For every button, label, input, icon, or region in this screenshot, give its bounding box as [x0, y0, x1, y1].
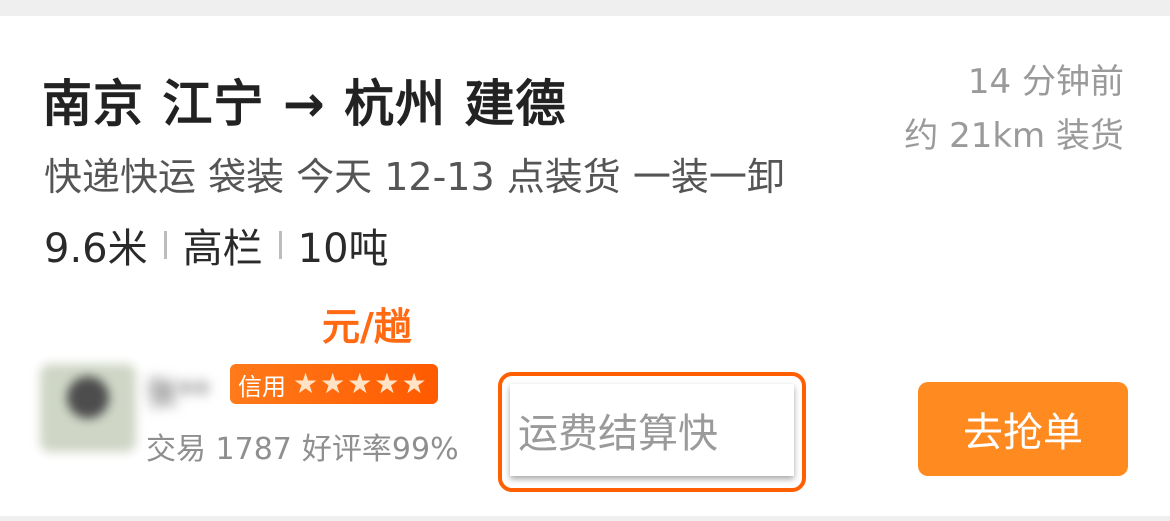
loading-distance: 约 21km 装货 — [904, 116, 1124, 156]
star-icon: ★ — [347, 367, 373, 400]
star-icon: ★ — [401, 367, 427, 400]
order-card[interactable]: 南京 江宁 → 杭州 建德 14 分钟前 约 21km 装货 快递快运 袋装 今… — [0, 16, 1170, 516]
trade-stats: 交易 1787 好评率99% — [146, 424, 469, 468]
star-icon: ★ — [374, 367, 400, 400]
trade-count: 交易 1787 — [146, 432, 292, 467]
divider — [278, 231, 282, 259]
good-rating: 好评率99% — [301, 432, 459, 467]
grab-order-button[interactable]: 去抢单 — [918, 382, 1128, 476]
settlement-tag-inner: 运费结算快 — [510, 384, 794, 476]
truck-specs: 9.6米 高栏 10吨 — [44, 216, 389, 274]
credit-label: 信用 — [238, 372, 286, 401]
truck-length: 9.6米 — [44, 226, 148, 272]
star-icon: ★ — [293, 367, 319, 400]
cargo-description: 快递快运 袋装 今天 12-13 点装货 一装一卸 — [44, 155, 785, 199]
fast-settlement-tag: 运费结算快 — [498, 372, 806, 492]
credit-badge: 信用 ★ ★ ★ ★ ★ — [230, 364, 438, 404]
price-unit: 元/趟 — [322, 305, 412, 349]
avatar[interactable] — [40, 364, 136, 452]
shipper-name: 张** — [146, 374, 211, 412]
posted-time: 14 分钟前 — [967, 62, 1124, 102]
route-title: 南京 江宁 → 杭州 建德 — [42, 75, 567, 133]
star-icon: ★ — [320, 367, 346, 400]
cargo-weight: 10吨 — [297, 226, 389, 272]
truck-type: 高栏 — [182, 226, 263, 272]
settlement-label: 运费结算快 — [518, 411, 718, 457]
divider — [163, 231, 167, 259]
